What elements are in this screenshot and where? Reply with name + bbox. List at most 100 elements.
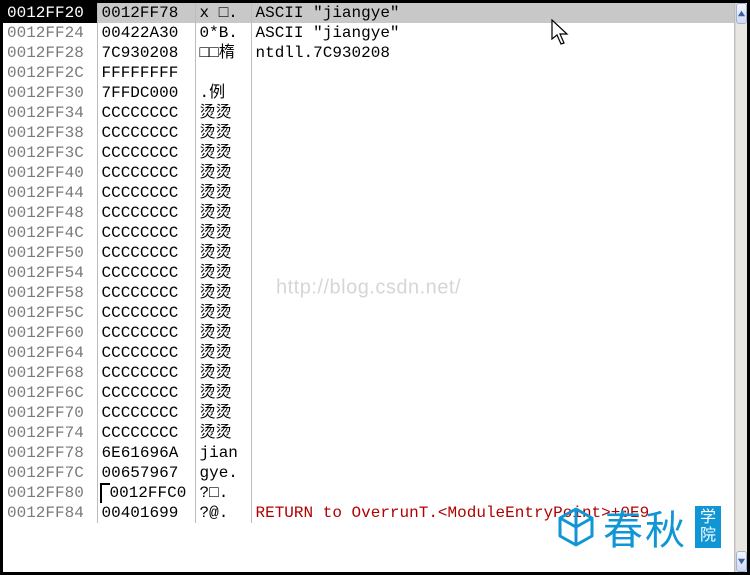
cell-ascii: jian — [195, 443, 251, 463]
cell-ascii: ?□. — [195, 483, 251, 503]
table-row[interactable]: 0012FF4CCCCCCCCC烫烫 — [3, 223, 734, 243]
cell-ascii: 烫烫 — [195, 183, 251, 203]
cell-ascii: 烫烫 — [195, 263, 251, 283]
cell-ascii: 烫烫 — [195, 143, 251, 163]
cell-ascii: 烫烫 — [195, 203, 251, 223]
table-row[interactable]: 0012FF58CCCCCCCC烫烫 — [3, 283, 734, 303]
cell-address: 0012FF74 — [3, 423, 97, 443]
cell-comment: ntdll.7C930208 — [251, 43, 734, 63]
cell-address: 0012FF28 — [3, 43, 97, 63]
cell-ascii: 烫烫 — [195, 363, 251, 383]
cell-comment — [251, 483, 734, 503]
cell-comment — [251, 363, 734, 383]
cell-comment — [251, 423, 734, 443]
cell-value: CCCCCCCC — [97, 203, 195, 223]
cell-ascii: ?@. — [195, 503, 251, 523]
table-row[interactable]: 0012FF287C930208□□楕ntdll.7C930208 — [3, 43, 734, 63]
cell-address: 0012FF7C — [3, 463, 97, 483]
table-row[interactable]: 0012FF50CCCCCCCC烫烫 — [3, 243, 734, 263]
table-row[interactable]: 0012FF34CCCCCCCC烫烫 — [3, 103, 734, 123]
cell-ascii: 烫烫 — [195, 163, 251, 183]
table-row[interactable]: 0012FF64CCCCCCCC烫烫 — [3, 343, 734, 363]
table-row[interactable]: 0012FF786E61696Ajian — [3, 443, 734, 463]
cell-comment — [251, 163, 734, 183]
table-row[interactable]: 0012FF68CCCCCCCC烫烫 — [3, 363, 734, 383]
table-row[interactable]: 0012FF38CCCCCCCC烫烫 — [3, 123, 734, 143]
table-row[interactable]: 0012FF7C00657967gye. — [3, 463, 734, 483]
cell-comment — [251, 283, 734, 303]
cell-address: 0012FF64 — [3, 343, 97, 363]
cell-address: 0012FF60 — [3, 323, 97, 343]
scroll-track[interactable] — [736, 25, 747, 550]
table-row[interactable]: 0012FF8400401699?@.RETURN to OverrunT.<M… — [3, 503, 734, 523]
table-row[interactable]: 0012FF307FFDC000.例 — [3, 83, 734, 103]
cell-comment — [251, 223, 734, 243]
cell-value: CCCCCCCC — [97, 163, 195, 183]
cell-address: 0012FF84 — [3, 503, 97, 523]
scroll-down-button[interactable] — [736, 551, 747, 572]
cell-value: CCCCCCCC — [97, 183, 195, 203]
cell-address: 0012FF34 — [3, 103, 97, 123]
table-row[interactable]: 0012FF6CCCCCCCCC烫烫 — [3, 383, 734, 403]
cell-ascii: 烫烫 — [195, 383, 251, 403]
cell-comment — [251, 443, 734, 463]
cell-comment — [251, 203, 734, 223]
table-row[interactable]: 0012FF44CCCCCCCC烫烫 — [3, 183, 734, 203]
cell-value: CCCCCCCC — [97, 343, 195, 363]
cell-address: 0012FF24 — [3, 23, 97, 43]
scroll-up-button[interactable] — [736, 3, 747, 24]
debugger-stack-window: 0012FF200012FF78x □.ASCII "jiangye"0012F… — [0, 0, 750, 575]
cell-ascii: 烫烫 — [195, 323, 251, 343]
cell-ascii: 烫烫 — [195, 103, 251, 123]
stack-dump-area[interactable]: 0012FF200012FF78x □.ASCII "jiangye"0012F… — [3, 3, 735, 572]
table-row[interactable]: 0012FF48CCCCCCCC烫烫 — [3, 203, 734, 223]
table-row[interactable]: 0012FF3CCCCCCCCC烫烫 — [3, 143, 734, 163]
cell-comment — [251, 143, 734, 163]
cell-comment — [251, 403, 734, 423]
cell-value: CCCCCCCC — [97, 263, 195, 283]
table-row[interactable]: 0012FF2CFFFFFFFF — [3, 63, 734, 83]
cell-value: CCCCCCCC — [97, 143, 195, 163]
cell-address: 0012FF5C — [3, 303, 97, 323]
table-row[interactable]: 0012FF74CCCCCCCC烫烫 — [3, 423, 734, 443]
cell-comment — [251, 343, 734, 363]
table-row[interactable]: 0012FF200012FF78x □.ASCII "jiangye" — [3, 3, 734, 23]
cell-comment — [251, 83, 734, 103]
cell-value: CCCCCCCC — [97, 303, 195, 323]
table-row[interactable]: 0012FF5CCCCCCCCC烫烫 — [3, 303, 734, 323]
cell-value: 6E61696A — [97, 443, 195, 463]
cell-address: 0012FF68 — [3, 363, 97, 383]
cell-address: 0012FF54 — [3, 263, 97, 283]
table-row[interactable]: 0012FF40CCCCCCCC烫烫 — [3, 163, 734, 183]
cell-value: 7FFDC000 — [97, 83, 195, 103]
cell-value: CCCCCCCC — [97, 363, 195, 383]
cell-value: 0012FFC0 — [97, 483, 195, 503]
vertical-scrollbar[interactable] — [735, 3, 747, 572]
cell-value: 0012FF78 — [97, 3, 195, 23]
cell-address: 0012FF58 — [3, 283, 97, 303]
cell-comment — [251, 463, 734, 483]
cell-value: 00401699 — [97, 503, 195, 523]
cell-value: 7C930208 — [97, 43, 195, 63]
cell-address: 0012FF80 — [3, 483, 97, 503]
cell-ascii: 0*B. — [195, 23, 251, 43]
cell-ascii: gye. — [195, 463, 251, 483]
cell-value: CCCCCCCC — [97, 383, 195, 403]
cell-value: CCCCCCCC — [97, 223, 195, 243]
cell-address: 0012FF50 — [3, 243, 97, 263]
table-row[interactable]: 0012FF70CCCCCCCC烫烫 — [3, 403, 734, 423]
cell-value: 00422A30 — [97, 23, 195, 43]
cell-comment: RETURN to OverrunT.<ModuleEntryPoint>+0E… — [251, 503, 734, 523]
cell-address: 0012FF4C — [3, 223, 97, 243]
cell-comment — [251, 183, 734, 203]
table-row[interactable]: 0012FF800012FFC0?□. — [3, 483, 734, 503]
table-row[interactable]: 0012FF60CCCCCCCC烫烫 — [3, 323, 734, 343]
table-row[interactable]: 0012FF54CCCCCCCC烫烫 — [3, 263, 734, 283]
cell-comment: ASCII "jiangye" — [251, 23, 734, 43]
table-row[interactable]: 0012FF2400422A300*B.ASCII "jiangye" — [3, 23, 734, 43]
cell-value: CCCCCCCC — [97, 423, 195, 443]
cell-ascii: 烫烫 — [195, 283, 251, 303]
cell-value: CCCCCCCC — [97, 403, 195, 423]
cell-comment — [251, 103, 734, 123]
cell-value: CCCCCCCC — [97, 103, 195, 123]
